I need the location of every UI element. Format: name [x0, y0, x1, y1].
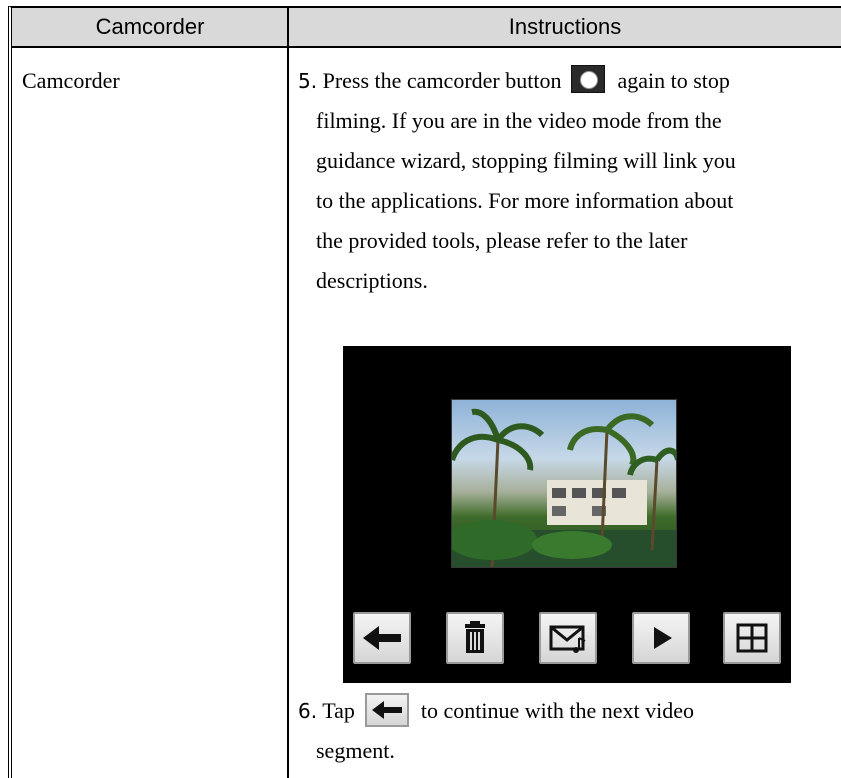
playback-toolbar: [353, 612, 783, 670]
step5-text-a: Press the camcorder button: [322, 68, 562, 93]
instructions-cell: 5. Press the camcorder button again to st…: [298, 61, 828, 301]
step6-text-b: to continue with the next video: [420, 698, 694, 723]
back-arrow-icon: [371, 701, 402, 719]
step5-line1: 5. Press the camcorder button again to st…: [298, 61, 828, 101]
grid-button[interactable]: [723, 612, 781, 664]
back-button[interactable]: [353, 612, 411, 664]
envelope-icon: [549, 625, 586, 653]
step5-line3: guidance wizard, stopping filming will l…: [316, 148, 736, 173]
step6-line2: segment.: [316, 738, 395, 763]
inline-back-button: [364, 693, 409, 727]
step6-text-a: Tap: [322, 698, 355, 723]
step6-number: 6.: [298, 699, 318, 723]
trash-icon: [465, 621, 485, 653]
back-arrow-icon: [363, 626, 401, 650]
delete-button[interactable]: [446, 612, 504, 664]
camera-icon: [571, 65, 606, 93]
column-divider: [287, 8, 289, 778]
header-instructions: Instructions: [508, 14, 622, 39]
device-screenshot: [343, 346, 791, 683]
table-header: Camcorder Instructions: [12, 8, 841, 48]
step5-line6: descriptions.: [316, 268, 428, 293]
step6-block: 6. Tap to continue with the next video se…: [298, 691, 828, 771]
play-button[interactable]: [632, 612, 690, 664]
grid-icon: [736, 623, 768, 653]
step5-line5: the provided tools, please refer to the …: [316, 228, 688, 253]
row-category: Camcorder: [22, 68, 120, 93]
play-icon: [654, 627, 672, 649]
video-thumbnail: [451, 399, 677, 568]
send-button[interactable]: [539, 612, 597, 664]
step5-number: 5.: [298, 69, 318, 93]
step5-text-b: again to stop: [617, 68, 730, 93]
step5-line4: to the applications. For more informatio…: [316, 188, 734, 213]
step5-line2: filming. If you are in the video mode fr…: [316, 108, 722, 133]
header-camcorder: Camcorder: [95, 14, 205, 39]
step6-line1: 6. Tap to continue with the next video: [298, 691, 828, 731]
